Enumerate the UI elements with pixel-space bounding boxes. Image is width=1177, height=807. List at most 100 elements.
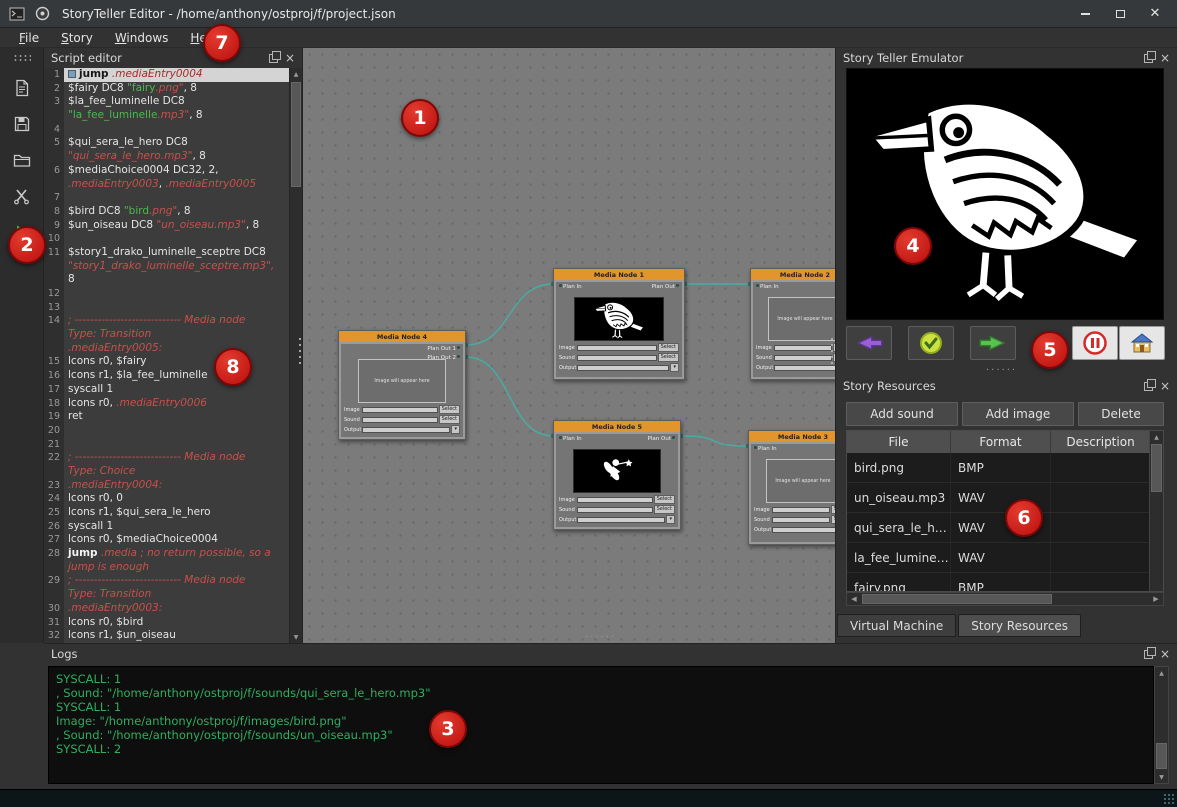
- code-line[interactable]: Type: Choice: [44, 465, 290, 479]
- emulator-back-button[interactable]: [846, 326, 892, 360]
- code-line[interactable]: 3$la_fee_luminelle DC8: [44, 95, 290, 109]
- code-line[interactable]: Type: Transition: [44, 328, 290, 342]
- code-line[interactable]: 4: [44, 123, 290, 137]
- column-header-file[interactable]: File: [847, 431, 951, 453]
- logs-scrollbar[interactable]: ▲ ▼: [1154, 666, 1169, 784]
- code-line[interactable]: 12: [44, 287, 290, 301]
- splitter-grip[interactable]: [297, 336, 303, 366]
- float-icon[interactable]: [1144, 54, 1153, 63]
- node-output-port[interactable]: Plan Out 2: [427, 354, 461, 362]
- resources-table-scrollbar[interactable]: ▲: [1149, 431, 1163, 591]
- node-canvas[interactable]: Media Node 4Plan Out 1Plan Out 2Image wi…: [303, 48, 835, 643]
- code-line[interactable]: 2$fairy DC8 "fairy.png", 8: [44, 82, 290, 96]
- code-editor[interactable]: 1jump .mediaEntry00042$fairy DC8 "fairy.…: [44, 68, 290, 643]
- code-line[interactable]: 5$qui_sera_le_hero DC8: [44, 136, 290, 150]
- add-image-button[interactable]: Add image: [962, 402, 1074, 426]
- node-field-value[interactable]: [577, 507, 653, 513]
- code-line[interactable]: 17syscall 1: [44, 383, 290, 397]
- node-title[interactable]: Media Node 3: [749, 431, 835, 442]
- save-button[interactable]: [9, 112, 35, 136]
- resource-row[interactable]: la_fee_lumine…WAV: [847, 543, 1163, 573]
- resource-row[interactable]: bird.pngBMP: [847, 453, 1163, 483]
- node-select-button[interactable]: Select: [439, 405, 460, 414]
- code-line[interactable]: 16lcons r1, $la_fee_luminelle: [44, 369, 290, 383]
- close-icon[interactable]: ×: [1160, 648, 1170, 660]
- node-field-value[interactable]: [774, 345, 832, 351]
- emulator-pause-button[interactable]: [1072, 326, 1118, 360]
- code-line[interactable]: 7: [44, 191, 290, 205]
- node-select-button[interactable]: Select: [439, 415, 460, 424]
- node-field-value[interactable]: [362, 407, 438, 413]
- splitter-grip[interactable]: ······: [986, 368, 1017, 374]
- node-input-port[interactable]: Plan In: [755, 283, 779, 291]
- scroll-right-icon[interactable]: ▶: [1149, 593, 1163, 605]
- emulator-home-button[interactable]: [1119, 326, 1165, 360]
- code-line[interactable]: 8$bird DC8 "bird.png", 8: [44, 205, 290, 219]
- node-input-port[interactable]: Plan In: [753, 445, 777, 453]
- code-line[interactable]: "qui_sera_le_hero.mp3", 8: [44, 150, 290, 164]
- code-line[interactable]: 28jump .media ; no return possible, so a: [44, 547, 290, 561]
- code-line[interactable]: 31lcons r0, $bird: [44, 616, 290, 630]
- delete-button[interactable]: [9, 184, 35, 208]
- resources-hscrollbar[interactable]: ◀ ▶: [846, 592, 1164, 606]
- node-select-button[interactable]: Select: [654, 505, 675, 514]
- new-script-button[interactable]: [9, 76, 35, 100]
- splitter-grip[interactable]: ······: [585, 635, 616, 641]
- node-output-combo[interactable]: ▾: [670, 363, 679, 372]
- code-line[interactable]: jump is enough: [44, 561, 290, 575]
- resource-row[interactable]: fairy.pngBMP: [847, 573, 1163, 592]
- code-line[interactable]: "story1_drako_luminelle_sceptre.mp3",: [44, 260, 290, 274]
- node-title[interactable]: Media Node 2: [751, 269, 835, 280]
- code-line[interactable]: 20: [44, 424, 290, 438]
- node-select-button[interactable]: Select: [658, 343, 679, 352]
- node-output-combo[interactable]: ▾: [666, 515, 675, 524]
- code-line[interactable]: 26syscall 1: [44, 520, 290, 534]
- media-node[interactable]: Media Node 5Plan InPlan OutImageSelectSo…: [553, 420, 681, 530]
- menu-windows[interactable]: Windows: [106, 30, 178, 46]
- scroll-up-icon[interactable]: ▲: [1150, 431, 1163, 443]
- node-field-value[interactable]: [772, 507, 830, 513]
- float-icon[interactable]: [269, 54, 278, 63]
- node-field-value[interactable]: [577, 345, 657, 351]
- delete-button[interactable]: Delete: [1078, 402, 1164, 426]
- emulator-next-button[interactable]: [970, 326, 1016, 360]
- code-line[interactable]: 19ret: [44, 410, 290, 424]
- scroll-handle[interactable]: [862, 594, 1052, 604]
- code-line[interactable]: 10: [44, 232, 290, 246]
- media-node[interactable]: Media Node 2Plan InImage will appear her…: [750, 268, 835, 380]
- code-line[interactable]: 24lcons r0, 0: [44, 492, 290, 506]
- scroll-handle[interactable]: [1151, 444, 1162, 492]
- scroll-up-icon[interactable]: ▲: [1155, 667, 1168, 679]
- node-output-port[interactable]: Plan Out: [652, 283, 680, 291]
- close-icon[interactable]: ✕: [1141, 4, 1169, 24]
- node-output-port[interactable]: Plan Out 1: [427, 345, 461, 353]
- node-title[interactable]: Media Node 1: [554, 269, 684, 280]
- emulator-validate-button[interactable]: [908, 326, 954, 360]
- resource-row[interactable]: un_oiseau.mp3WAV: [847, 483, 1163, 513]
- node-title[interactable]: Media Node 5: [554, 421, 680, 432]
- node-field-value[interactable]: [577, 365, 669, 371]
- node-select-button[interactable]: Select: [831, 505, 835, 514]
- node-input-port[interactable]: Plan In: [558, 435, 582, 443]
- toolbar-grip[interactable]: [13, 54, 31, 62]
- node-field-value[interactable]: [362, 417, 438, 423]
- column-header-description[interactable]: Description: [1051, 431, 1151, 453]
- menu-file[interactable]: File: [10, 30, 48, 46]
- float-icon[interactable]: [1144, 382, 1153, 391]
- code-line[interactable]: 25lcons r1, $qui_sera_le_hero: [44, 506, 290, 520]
- resize-grip[interactable]: [1163, 793, 1175, 805]
- node-output-port[interactable]: Plan Out: [648, 435, 676, 443]
- node-field-value[interactable]: [577, 355, 657, 361]
- code-line[interactable]: 29; ---------------------------- Media n…: [44, 574, 290, 588]
- code-line[interactable]: 14; ---------------------------- Media n…: [44, 314, 290, 328]
- node-title[interactable]: Media Node 4: [339, 331, 465, 342]
- code-line[interactable]: 9$un_oiseau DC8 "un_oiseau.mp3", 8: [44, 219, 290, 233]
- code-line[interactable]: .mediaEntry0003, .mediaEntry0005: [44, 178, 290, 192]
- code-line[interactable]: 30.mediaEntry0003:: [44, 602, 290, 616]
- node-field-value[interactable]: [577, 497, 653, 503]
- code-line[interactable]: "la_fee_luminelle.mp3", 8: [44, 109, 290, 123]
- add-sound-button[interactable]: Add sound: [846, 402, 958, 426]
- code-line[interactable]: 18lcons r0, .mediaEntry0006: [44, 397, 290, 411]
- logs-console[interactable]: SYSCALL: 1, Sound: "/home/anthony/ostpro…: [48, 666, 1154, 784]
- code-line[interactable]: 22; ---------------------------- Media n…: [44, 451, 290, 465]
